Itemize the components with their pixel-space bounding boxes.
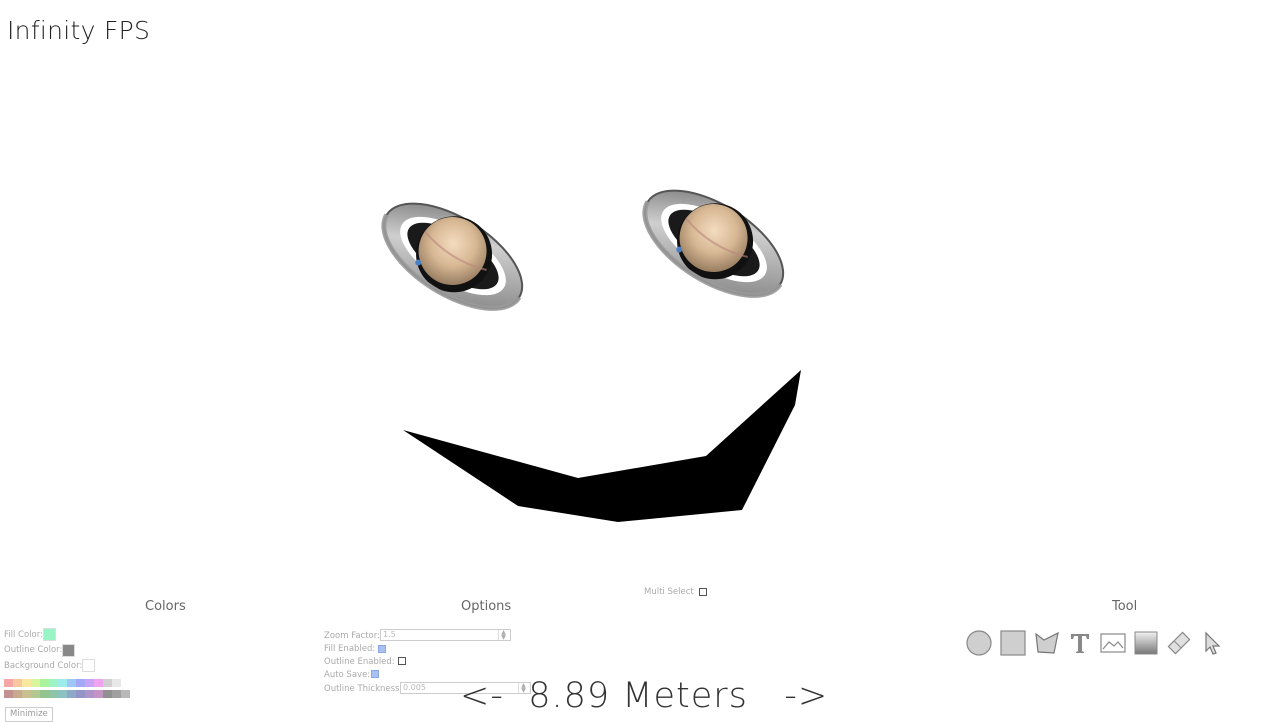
fill-enabled-label: Fill Enabled: — [324, 644, 376, 654]
palette-row2-swatch-8[interactable] — [76, 690, 85, 698]
zoom-factor-spinner[interactable]: ▲ ▼ — [498, 630, 508, 641]
palette-row1-swatch-4[interactable] — [40, 679, 49, 687]
gradient-tool-icon[interactable] — [1133, 630, 1159, 656]
zoom-factor-input[interactable]: 1.5 ▲ ▼ — [380, 629, 511, 641]
outline-thickness-label: Outline Thickness: — [324, 684, 403, 694]
eraser-tool-icon[interactable] — [1166, 630, 1192, 656]
palette-row1-swatch-2[interactable] — [22, 679, 31, 687]
fill-color-swatch[interactable] — [43, 628, 56, 641]
palette-row1-swatch-6[interactable] — [58, 679, 67, 687]
options-panel-title: Options — [461, 599, 512, 614]
palette-row1-swatch-12[interactable] — [112, 679, 121, 687]
distance-navigation: <- 8.89 Meters -> — [460, 676, 827, 716]
palette-row2-swatch-2[interactable] — [22, 690, 31, 698]
palette-row1-swatch-7[interactable] — [67, 679, 76, 687]
circle-tool-icon[interactable] — [966, 630, 992, 656]
image-tool-icon[interactable] — [1100, 630, 1126, 656]
palette-row2-swatch-6[interactable] — [58, 690, 67, 698]
prev-arrow-button[interactable]: <- — [460, 676, 504, 716]
fill-color-label: Fill Color: — [4, 630, 43, 640]
palette-row2-swatch-1[interactable] — [13, 690, 22, 698]
text-tool-icon[interactable] — [1067, 630, 1093, 656]
palette-row2-swatch-11[interactable] — [103, 690, 112, 698]
outline-thickness-value: 0.005 — [403, 683, 426, 692]
palette-row1-swatch-10[interactable] — [94, 679, 103, 687]
fill-enabled-checkbox[interactable] — [378, 645, 386, 653]
next-arrow-button[interactable]: -> — [784, 676, 828, 716]
select-tool-icon[interactable] — [1199, 630, 1225, 656]
palette-row1-swatch-11[interactable] — [103, 679, 112, 687]
palette-row2-swatch-12[interactable] — [112, 690, 121, 698]
mouth-polygon[interactable] — [403, 370, 801, 522]
palette-row2-swatch-13[interactable] — [121, 690, 130, 698]
background-color-label: Background Color: — [4, 661, 83, 671]
rectangle-tool-icon[interactable] — [1000, 630, 1026, 656]
saturn-image-left[interactable] — [367, 181, 541, 330]
background-color-swatch[interactable] — [82, 659, 95, 672]
palette-row2-swatch-7[interactable] — [67, 690, 76, 698]
palette-row1-swatch-0[interactable] — [4, 679, 13, 687]
distance-readout: 8.89 Meters — [528, 676, 748, 716]
multi-select-label: Multi Select — [644, 587, 694, 597]
saturn-image-right[interactable] — [628, 168, 802, 317]
palette-row2-swatch-4[interactable] — [40, 690, 49, 698]
color-palette-row-2[interactable] — [4, 690, 130, 698]
outline-enabled-label: Outline Enabled: — [324, 657, 395, 667]
outline-color-swatch[interactable] — [62, 644, 75, 657]
palette-row2-swatch-9[interactable] — [85, 690, 94, 698]
auto-save-checkbox[interactable] — [371, 670, 379, 678]
colors-panel-title: Colors — [145, 599, 186, 614]
color-palette-row-1[interactable] — [4, 679, 121, 687]
palette-row1-swatch-9[interactable] — [85, 679, 94, 687]
zoom-factor-label: Zoom Factor: — [324, 631, 380, 641]
palette-row2-swatch-0[interactable] — [4, 690, 13, 698]
polygon-tool-icon[interactable] — [1034, 630, 1060, 656]
palette-row2-swatch-10[interactable] — [94, 690, 103, 698]
outline-color-label: Outline Color: — [4, 645, 63, 655]
palette-row1-swatch-1[interactable] — [13, 679, 22, 687]
palette-row2-swatch-5[interactable] — [49, 690, 58, 698]
multi-select-checkbox[interactable] — [699, 588, 707, 596]
tool-panel-title: Tool — [1112, 599, 1138, 614]
palette-row1-swatch-8[interactable] — [76, 679, 85, 687]
palette-row1-swatch-5[interactable] — [49, 679, 58, 687]
drawing-canvas[interactable] — [0, 0, 1280, 590]
palette-row2-swatch-3[interactable] — [31, 690, 40, 698]
auto-save-label: Auto Save: — [324, 670, 371, 680]
palette-row1-swatch-3[interactable] — [31, 679, 40, 687]
outline-enabled-checkbox[interactable] — [398, 657, 406, 665]
zoom-factor-value: 1.5 — [383, 630, 396, 639]
